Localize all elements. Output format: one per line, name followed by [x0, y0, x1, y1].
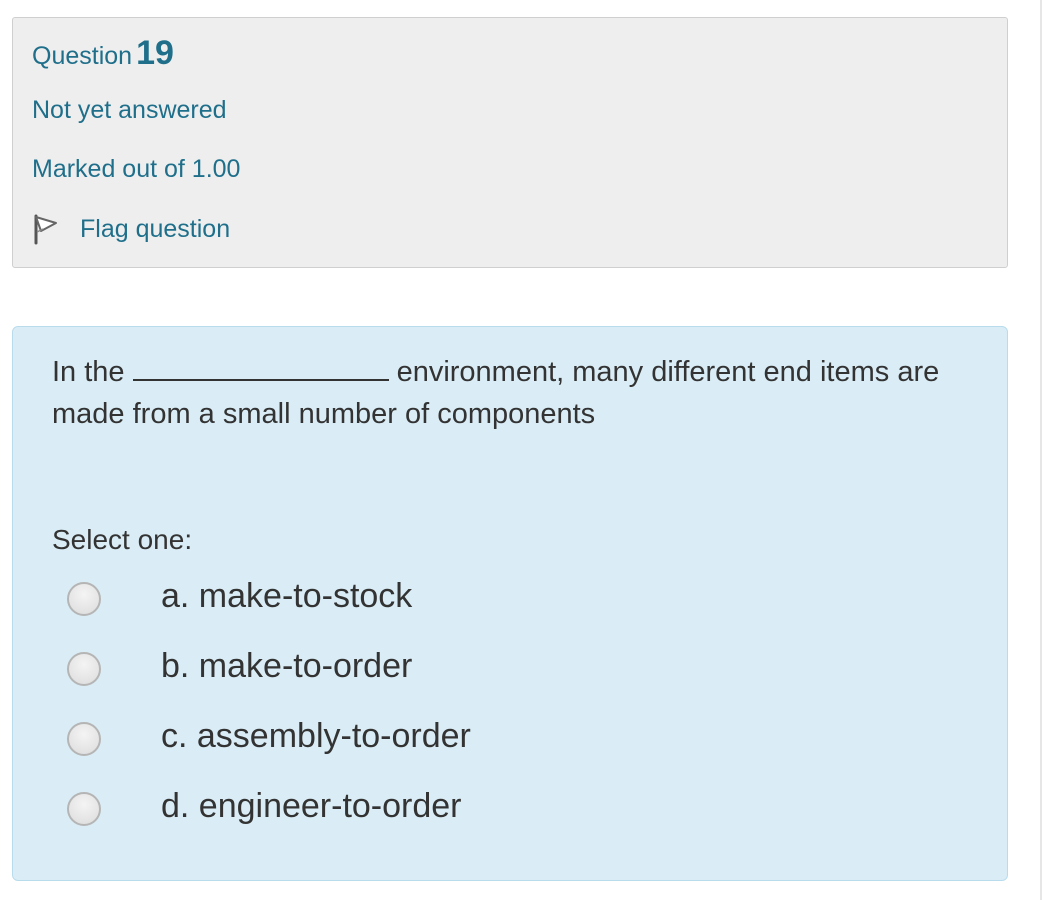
answer-label-d[interactable]: d. engineer-to-order — [161, 787, 462, 826]
flag-question-label[interactable]: Flag question — [80, 215, 230, 244]
question-state: Not yet answered — [32, 96, 227, 124]
answer-blank — [132, 359, 389, 381]
radio-button-b[interactable] — [67, 652, 101, 686]
question-title-prefix: Question — [32, 42, 133, 70]
question-grade: Marked out of 1.00 — [32, 155, 241, 183]
answer-label-c[interactable]: c. assembly-to-order — [161, 717, 471, 756]
select-one-prompt: Select one: — [52, 524, 193, 555]
question-text: In the environment, many different end it… — [52, 351, 952, 435]
answer-option-a[interactable]: a. make-to-stock — [13, 565, 913, 625]
answer-option-d[interactable]: d. engineer-to-order — [13, 775, 913, 835]
question-content-panel: In the environment, many different end it… — [12, 326, 1008, 881]
radio-button-c[interactable] — [67, 722, 101, 756]
answer-option-c[interactable]: c. assembly-to-order — [13, 705, 913, 765]
question-info-panel: Question 19 Not yet answered Marked out o… — [12, 17, 1008, 268]
answer-label-a[interactable]: a. make-to-stock — [161, 577, 412, 616]
answer-label-b[interactable]: b. make-to-order — [161, 647, 412, 686]
answer-option-b[interactable]: b. make-to-order — [13, 635, 913, 695]
quiz-page: Question 19 Not yet answered Marked out o… — [0, 0, 1050, 900]
page-edge-divider — [1040, 0, 1042, 900]
question-number: 19 — [136, 34, 174, 72]
flag-icon[interactable] — [32, 212, 60, 246]
radio-button-a[interactable] — [67, 582, 101, 616]
flag-question-button[interactable]: Flag question — [32, 211, 230, 247]
question-text-before-blank: In the — [52, 356, 125, 388]
question-title: Question 19 — [32, 34, 174, 73]
radio-button-d[interactable] — [67, 792, 101, 826]
